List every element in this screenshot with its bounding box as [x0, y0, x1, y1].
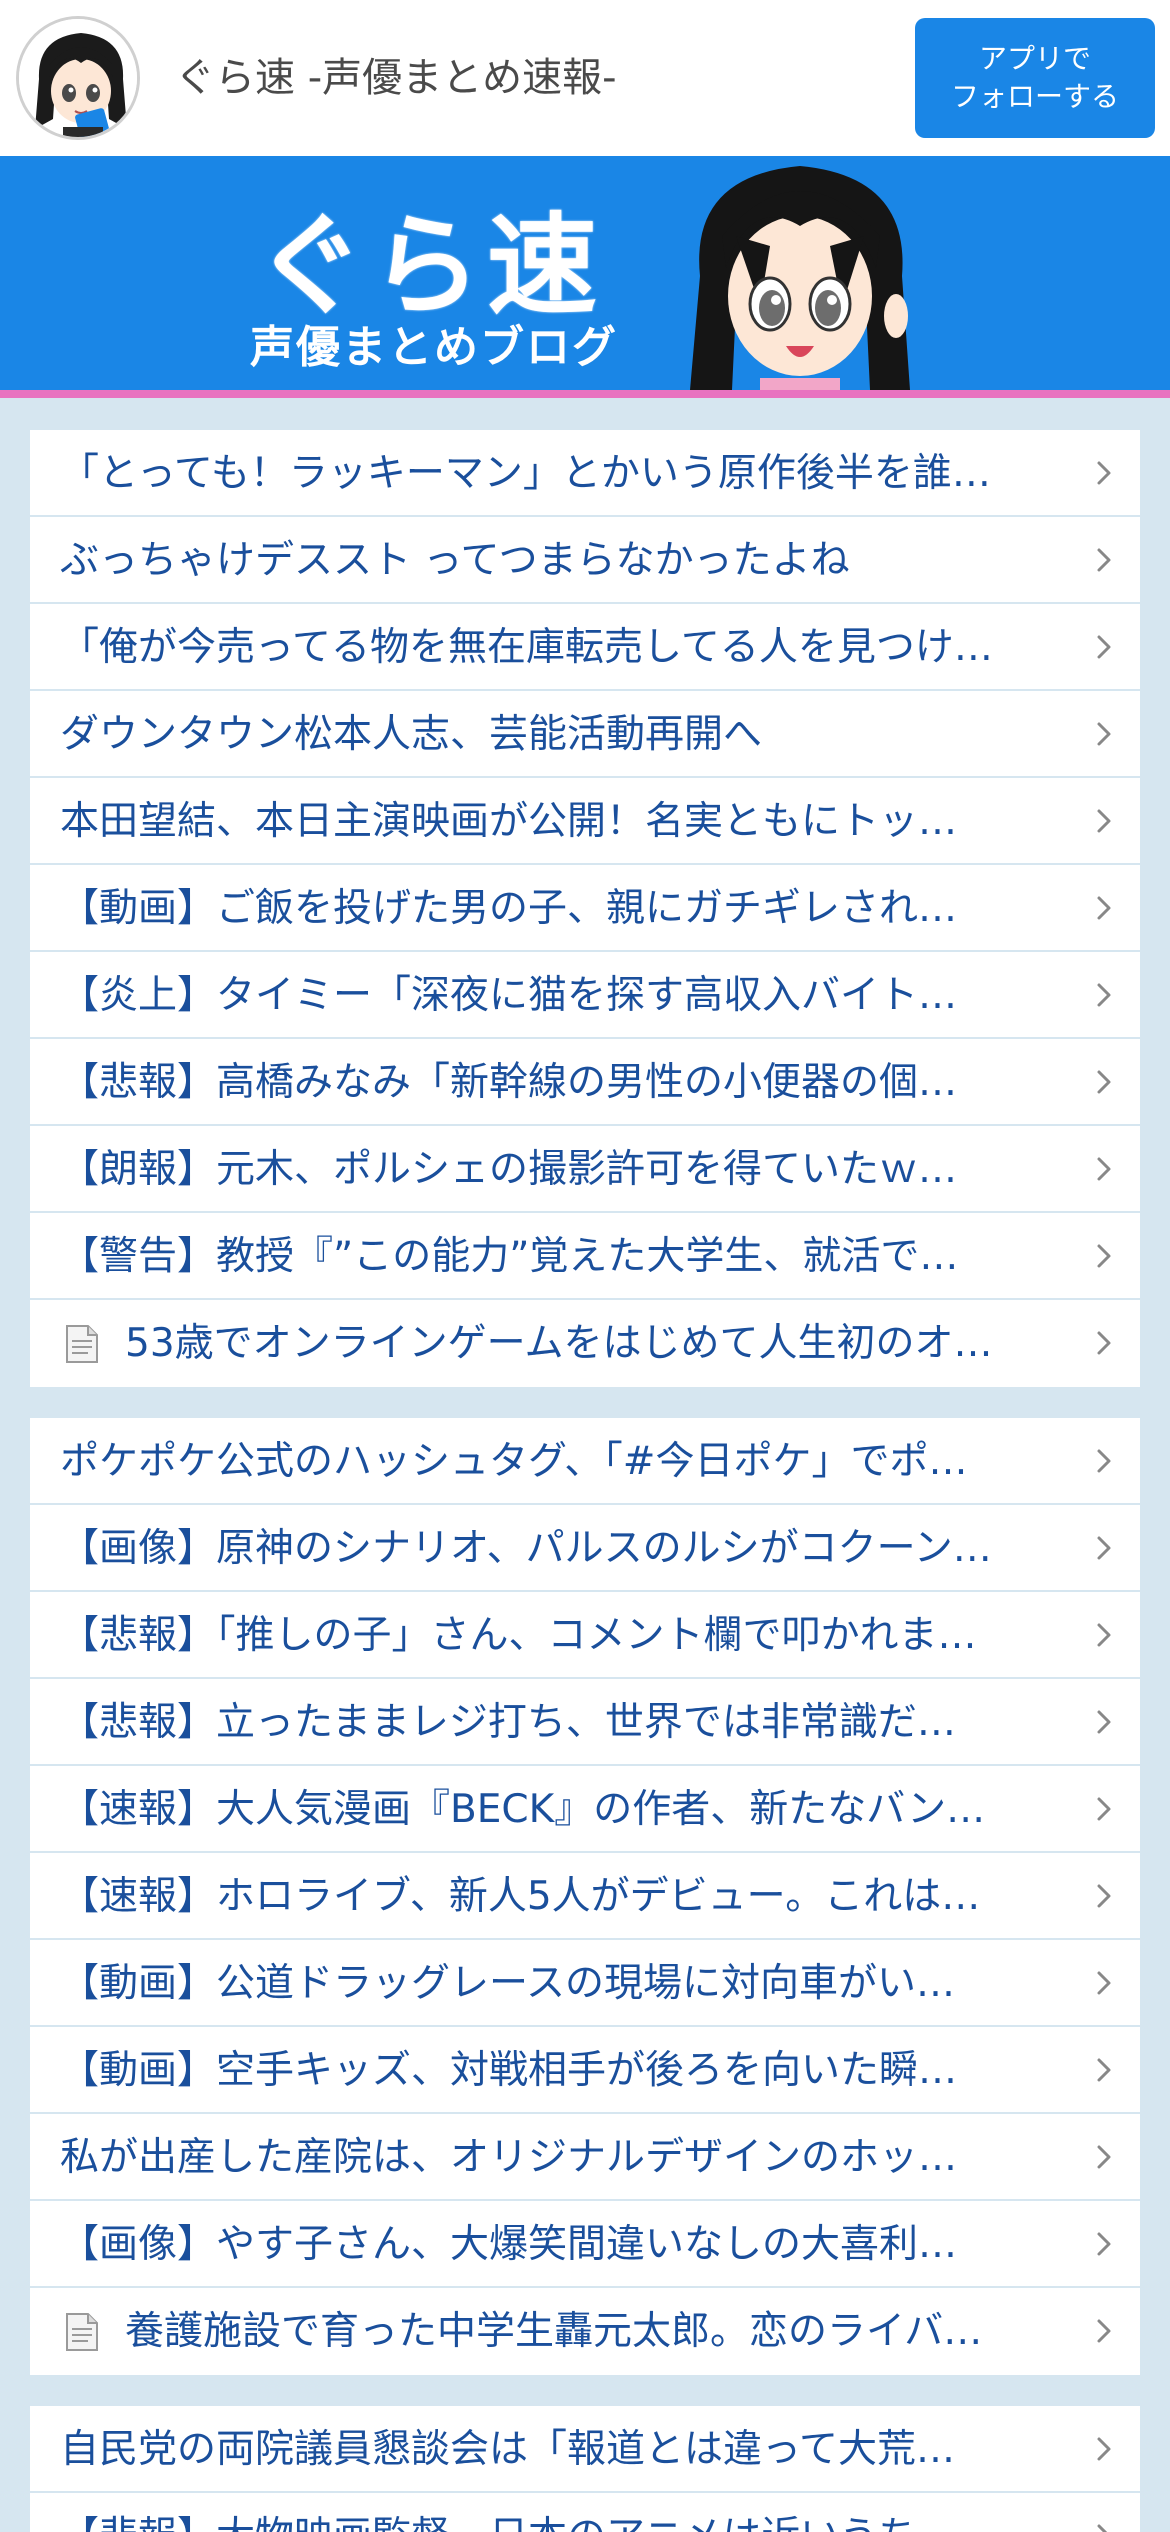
site-avatar[interactable] [16, 16, 140, 140]
chevron-right-icon [1090, 981, 1118, 1009]
article-list-item[interactable]: 【速報】大人気漫画『BECK』の作者、新たなバン… [30, 1766, 1140, 1853]
article-list-block: 「とっても！ラッキーマン」とかいう原作後半を誰… ぶっちゃけデススト ってつまらな… [30, 430, 1140, 1387]
article-list-block: 自民党の両院議員懇談会は「報道とは違って大荒… 【悲報】大物映画監督、日本のアニメ… [30, 2406, 1140, 2532]
article-list-item[interactable]: 【動画】公道ドラッグレースの現場に対向車がい… [30, 1940, 1140, 2027]
chevron-right-icon [1090, 2522, 1118, 2532]
article-title: 【画像】やす子さん、大爆笑間違いなしの大喜利… [60, 2222, 958, 2267]
follow-button-line1: アプリで [978, 42, 1091, 75]
article-list-item[interactable]: 【悲報】「推しの子」さん、コメント欄で叩かれま… [30, 1592, 1140, 1679]
chevron-right-icon [1090, 1068, 1118, 1096]
chevron-right-icon [1090, 1447, 1118, 1475]
article-title: ポケポケ公式のハッシュタグ、「#今日ポケ」でポ… [60, 1439, 968, 1484]
article-title: ぶっちゃけデススト ってつまらなかったよね [60, 538, 850, 583]
article-list-block: ポケポケ公式のハッシュタグ、「#今日ポケ」でポ… 【画像】原神のシナリオ、パルスの… [30, 1418, 1140, 2375]
chevron-right-icon [1090, 2317, 1118, 2345]
article-title: ダウンタウン松本人志、芸能活動再開へ [60, 712, 763, 757]
chevron-right-icon [1090, 720, 1118, 748]
article-list-item[interactable]: 【動画】空手キッズ、対戦相手が後ろを向いた瞬… [30, 2027, 1140, 2114]
article-list-item[interactable]: 【悲報】立ったままレジ打ち、世界では非常識だ… [30, 1679, 1140, 1766]
article-title: 【炎上】タイミー「深夜に猫を探す高収入バイト… [60, 973, 958, 1018]
chevron-right-icon [1090, 894, 1118, 922]
article-title: 【朗報】元木、ポルシェの撮影許可を得ていたｗ… [60, 1147, 958, 1192]
chevron-right-icon [1090, 1882, 1118, 1910]
article-list-item[interactable]: 【炎上】タイミー「深夜に猫を探す高収入バイト… [30, 952, 1140, 1039]
chevron-right-icon [1090, 2056, 1118, 2084]
article-list-item[interactable]: 本田望結、本日主演映画が公開！名実ともにトッ… [30, 778, 1140, 865]
article-title: 【警告】教授『”この能力”覚えた大学生、就活で… [60, 1234, 959, 1279]
chevron-right-icon [1090, 1534, 1118, 1562]
article-title: 【画像】原神のシナリオ、パルスのルシがコクーン… [60, 1526, 992, 1571]
article-title: 自民党の両院議員懇談会は「報道とは違って大荒… [60, 2427, 956, 2472]
article-list-item[interactable]: 自民党の両院議員懇談会は「報道とは違って大荒… [30, 2406, 1140, 2493]
article-list-item[interactable]: 【画像】やす子さん、大爆笑間違いなしの大喜利… [30, 2201, 1140, 2288]
article-title: 本田望結、本日主演映画が公開！名実ともにトッ… [60, 799, 958, 844]
follow-in-app-button[interactable]: アプリで フォローする [915, 18, 1155, 138]
chevron-right-icon [1090, 807, 1118, 835]
article-list-item[interactable]: 【朗報】元木、ポルシェの撮影許可を得ていたｗ… [30, 1126, 1140, 1213]
article-title: 【速報】大人気漫画『BECK』の作者、新たなバン… [60, 1787, 986, 1832]
article-title: 【悲報】大物映画監督、日本のアニメは近いうち… [60, 2493, 1070, 2532]
article-title: 【動画】ご飯を投げた男の子、親にガチギレされ… [60, 886, 958, 931]
article-list-item[interactable]: ポケポケ公式のハッシュタグ、「#今日ポケ」でポ… [30, 1418, 1140, 1505]
article-list-item[interactable]: 【警告】教授『”この能力”覚えた大学生、就活で… [30, 1213, 1140, 1300]
chevron-right-icon [1090, 2230, 1118, 2258]
article-list-item[interactable]: 【速報】ホロライブ、新人5人がデビュー。これは… [30, 1853, 1140, 1940]
article-list-item[interactable]: 養護施設で育った中学生轟元太郎。恋のライバ… [30, 2288, 1140, 2375]
article-title: 養護施設で育った中学生轟元太郎。恋のライバ… [125, 2309, 983, 2354]
chevron-right-icon [1090, 459, 1118, 487]
article-list-item[interactable]: 「とっても！ラッキーマン」とかいう原作後半を誰… [30, 430, 1140, 517]
chevron-right-icon [1090, 2435, 1118, 2463]
chevron-right-icon [1090, 633, 1118, 661]
article-title: 【動画】空手キッズ、対戦相手が後ろを向いた瞬… [60, 2048, 958, 2093]
article-title: 「とっても！ラッキーマン」とかいう原作後半を誰… [60, 451, 991, 496]
article-title: 【動画】公道ドラッグレースの現場に対向車がい… [60, 1961, 956, 2006]
article-list-item[interactable]: 【悲報】大物映画監督、日本のアニメは近いうち… [30, 2493, 1140, 2532]
article-list-item[interactable]: 【画像】原神のシナリオ、パルスのルシがコクーン… [30, 1505, 1140, 1592]
article-list-item[interactable]: 「俺が今売ってる物を無在庫転売してる人を見つけ… [30, 604, 1140, 691]
banner-subtitle: 声優まとめブログ [250, 322, 618, 373]
banner-mascot-icon [690, 166, 910, 390]
chevron-right-icon [1090, 1708, 1118, 1736]
avatar-character-icon [19, 19, 137, 137]
site-banner[interactable]: ぐら速 声優まとめブログ [0, 156, 1170, 390]
chevron-right-icon [1090, 1621, 1118, 1649]
chevron-right-icon [1090, 1795, 1118, 1823]
article-title: 【速報】ホロライブ、新人5人がデビュー。これは… [60, 1874, 981, 1919]
chevron-right-icon [1090, 1242, 1118, 1270]
article-list-item[interactable]: ダウンタウン松本人志、芸能活動再開へ [30, 691, 1140, 778]
article-title: 53歳でオンラインゲームをはじめて人生初のオ… [125, 1321, 993, 1366]
chevron-right-icon [1090, 1155, 1118, 1183]
article-title: 「俺が今売ってる物を無在庫転売してる人を見つけ… [60, 625, 993, 670]
article-title: 【悲報】立ったままレジ打ち、世界では非常識だ… [60, 1700, 956, 1745]
chevron-right-icon [1090, 2143, 1118, 2171]
article-list-item[interactable]: 53歳でオンラインゲームをはじめて人生初のオ… [30, 1300, 1140, 1387]
chevron-right-icon [1090, 1969, 1118, 1997]
banner-divider [0, 390, 1170, 398]
article-title: 【悲報】高橋みなみ「新幹線の男性の小便器の個… [60, 1060, 958, 1105]
chevron-right-icon [1090, 1329, 1118, 1357]
document-icon [64, 2312, 100, 2352]
article-list-item[interactable]: 私が出産した産院は、オリジナルデザインのホッ… [30, 2114, 1140, 2201]
article-list-item[interactable]: 【悲報】高橋みなみ「新幹線の男性の小便器の個… [30, 1039, 1140, 1126]
site-title: ぐら速 -声優まとめ速報- [175, 55, 617, 101]
article-title: 【悲報】「推しの子」さん、コメント欄で叩かれま… [60, 1613, 977, 1658]
article-title: 私が出産した産院は、オリジナルデザインのホッ… [60, 2135, 958, 2180]
chevron-right-icon [1090, 546, 1118, 574]
article-list-item[interactable]: 【動画】ご飯を投げた男の子、親にガチギレされ… [30, 865, 1140, 952]
article-list-item[interactable]: ぶっちゃけデススト ってつまらなかったよね [30, 517, 1140, 604]
document-icon [64, 1324, 100, 1364]
app-header: ぐら速 -声優まとめ速報- アプリで フォローする [0, 0, 1170, 156]
follow-button-line2: フォローする [950, 80, 1119, 113]
